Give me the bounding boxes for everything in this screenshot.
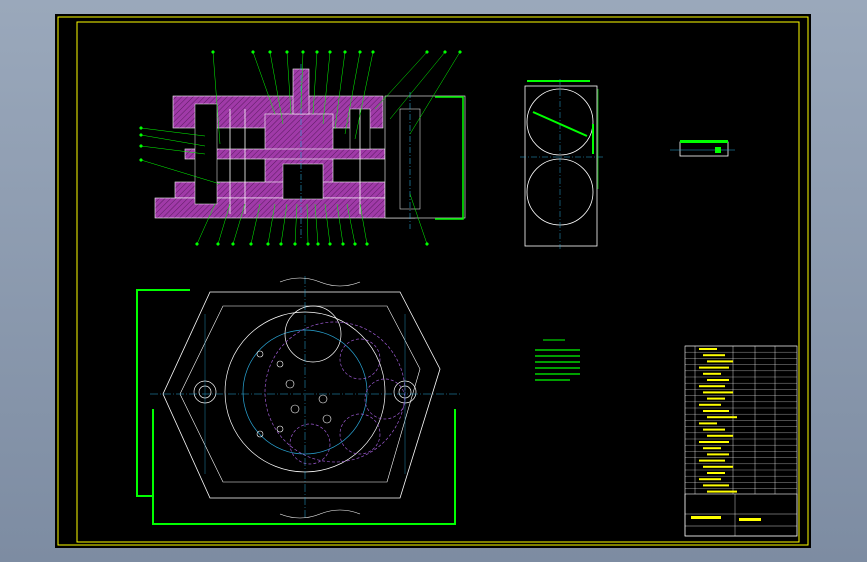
parts-list-entry	[707, 490, 737, 493]
parts-list-entry	[699, 403, 721, 406]
parts-list-entry	[703, 447, 721, 450]
parts-list-entry	[699, 478, 721, 481]
small-detail-view	[670, 140, 735, 157]
technical-notes	[535, 339, 580, 381]
parts-list-entry	[699, 441, 729, 443]
parts-list-entry	[703, 465, 733, 468]
parts-list-entry	[699, 366, 729, 369]
parts-list-entry	[707, 434, 733, 437]
parts-list-table	[684, 345, 798, 537]
parts-list-entry	[707, 472, 725, 474]
side-detail-view	[520, 79, 603, 249]
parts-list-entry	[703, 372, 721, 375]
parts-list-entry	[707, 379, 729, 381]
parts-list-entry	[699, 459, 725, 462]
parts-list-entry	[703, 354, 725, 357]
parts-list-entry	[703, 484, 729, 487]
parts-list-entry	[699, 385, 725, 388]
parts-list-entry	[707, 416, 737, 419]
plan-view	[136, 276, 460, 525]
parts-list-entry	[699, 422, 717, 425]
cad-drawing-canvas[interactable]	[55, 14, 811, 548]
drawing-sheet	[55, 14, 811, 548]
parts-list-entry	[699, 348, 717, 350]
parts-list-entry	[703, 428, 725, 431]
parts-list-entry	[703, 391, 733, 394]
parts-list-entry	[703, 410, 729, 412]
section-view	[139, 50, 466, 246]
parts-list-entry	[707, 453, 729, 456]
parts-list-entry	[707, 397, 725, 400]
parts-list-entry	[707, 360, 733, 363]
